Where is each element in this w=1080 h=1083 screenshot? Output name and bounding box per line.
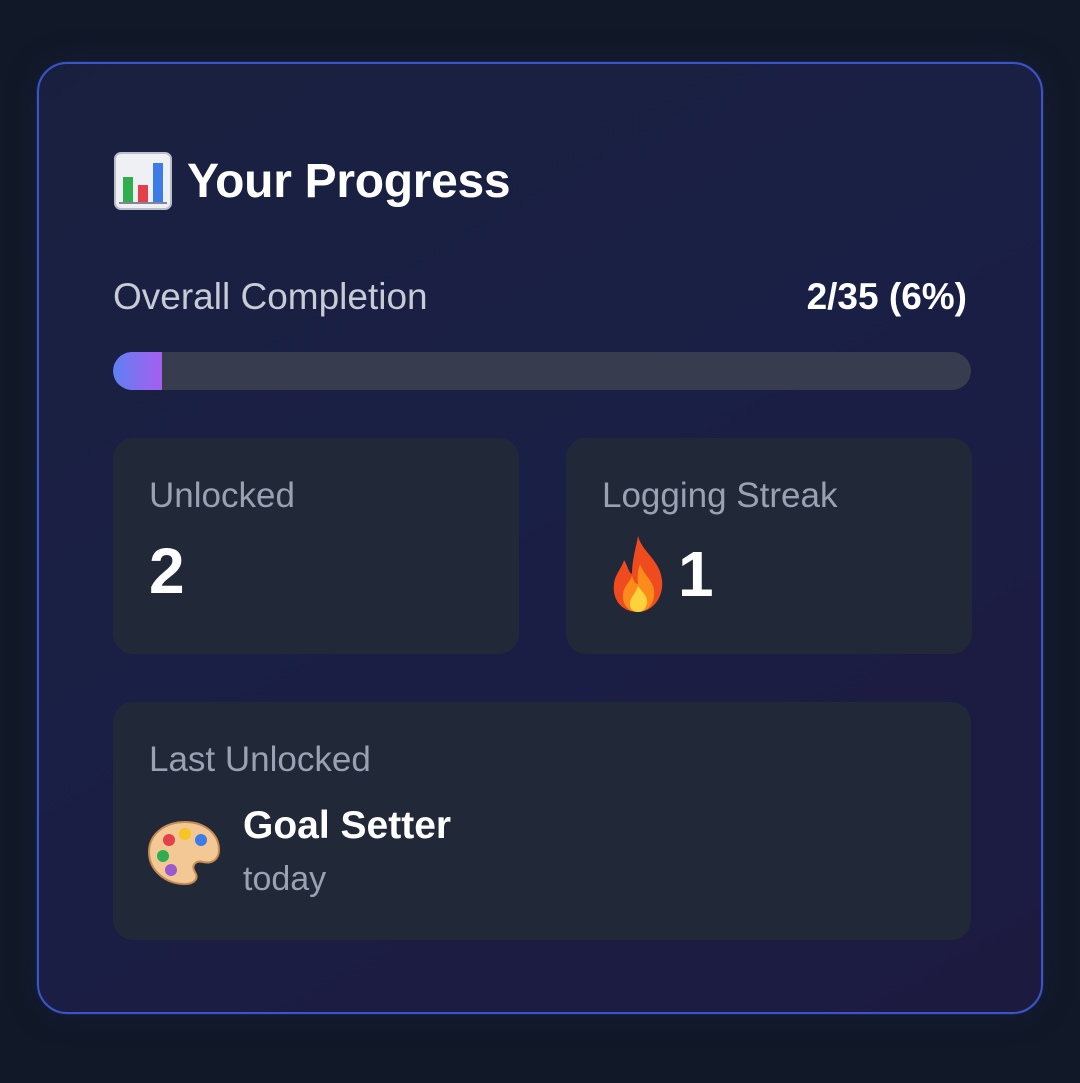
last-unlocked-tile: Last Unlocked Goal Setter today <box>113 702 971 940</box>
achievement-name: Goal Setter <box>243 804 452 847</box>
fire-icon <box>613 536 663 612</box>
progress-label: Overall Completion <box>113 276 428 317</box>
last-unlocked-label: Last Unlocked <box>149 740 371 779</box>
unlocked-label: Unlocked <box>149 476 295 515</box>
streak-count: 1 <box>602 534 714 614</box>
progress-card: Your Progress Overall Completion 2/35 (6… <box>37 62 1043 1014</box>
palette-icon <box>147 820 221 886</box>
streak-stat-tile: Logging Streak 1 <box>566 438 972 654</box>
streak-label: Logging Streak <box>602 476 838 515</box>
progress-value: 2/35 (6%) <box>806 276 967 317</box>
unlocked-stat-tile: Unlocked 2 <box>113 438 519 654</box>
page-title: Your Progress <box>187 154 511 208</box>
card-header: Your Progress <box>113 148 511 214</box>
progress-bar <box>113 352 971 390</box>
progress-bar-fill <box>113 352 163 390</box>
streak-value: 1 <box>678 538 714 610</box>
unlocked-value: 2 <box>149 535 185 607</box>
bar-chart-icon <box>114 152 172 210</box>
unlocked-count: 2 <box>149 534 185 608</box>
achievement-time: today <box>243 860 327 898</box>
